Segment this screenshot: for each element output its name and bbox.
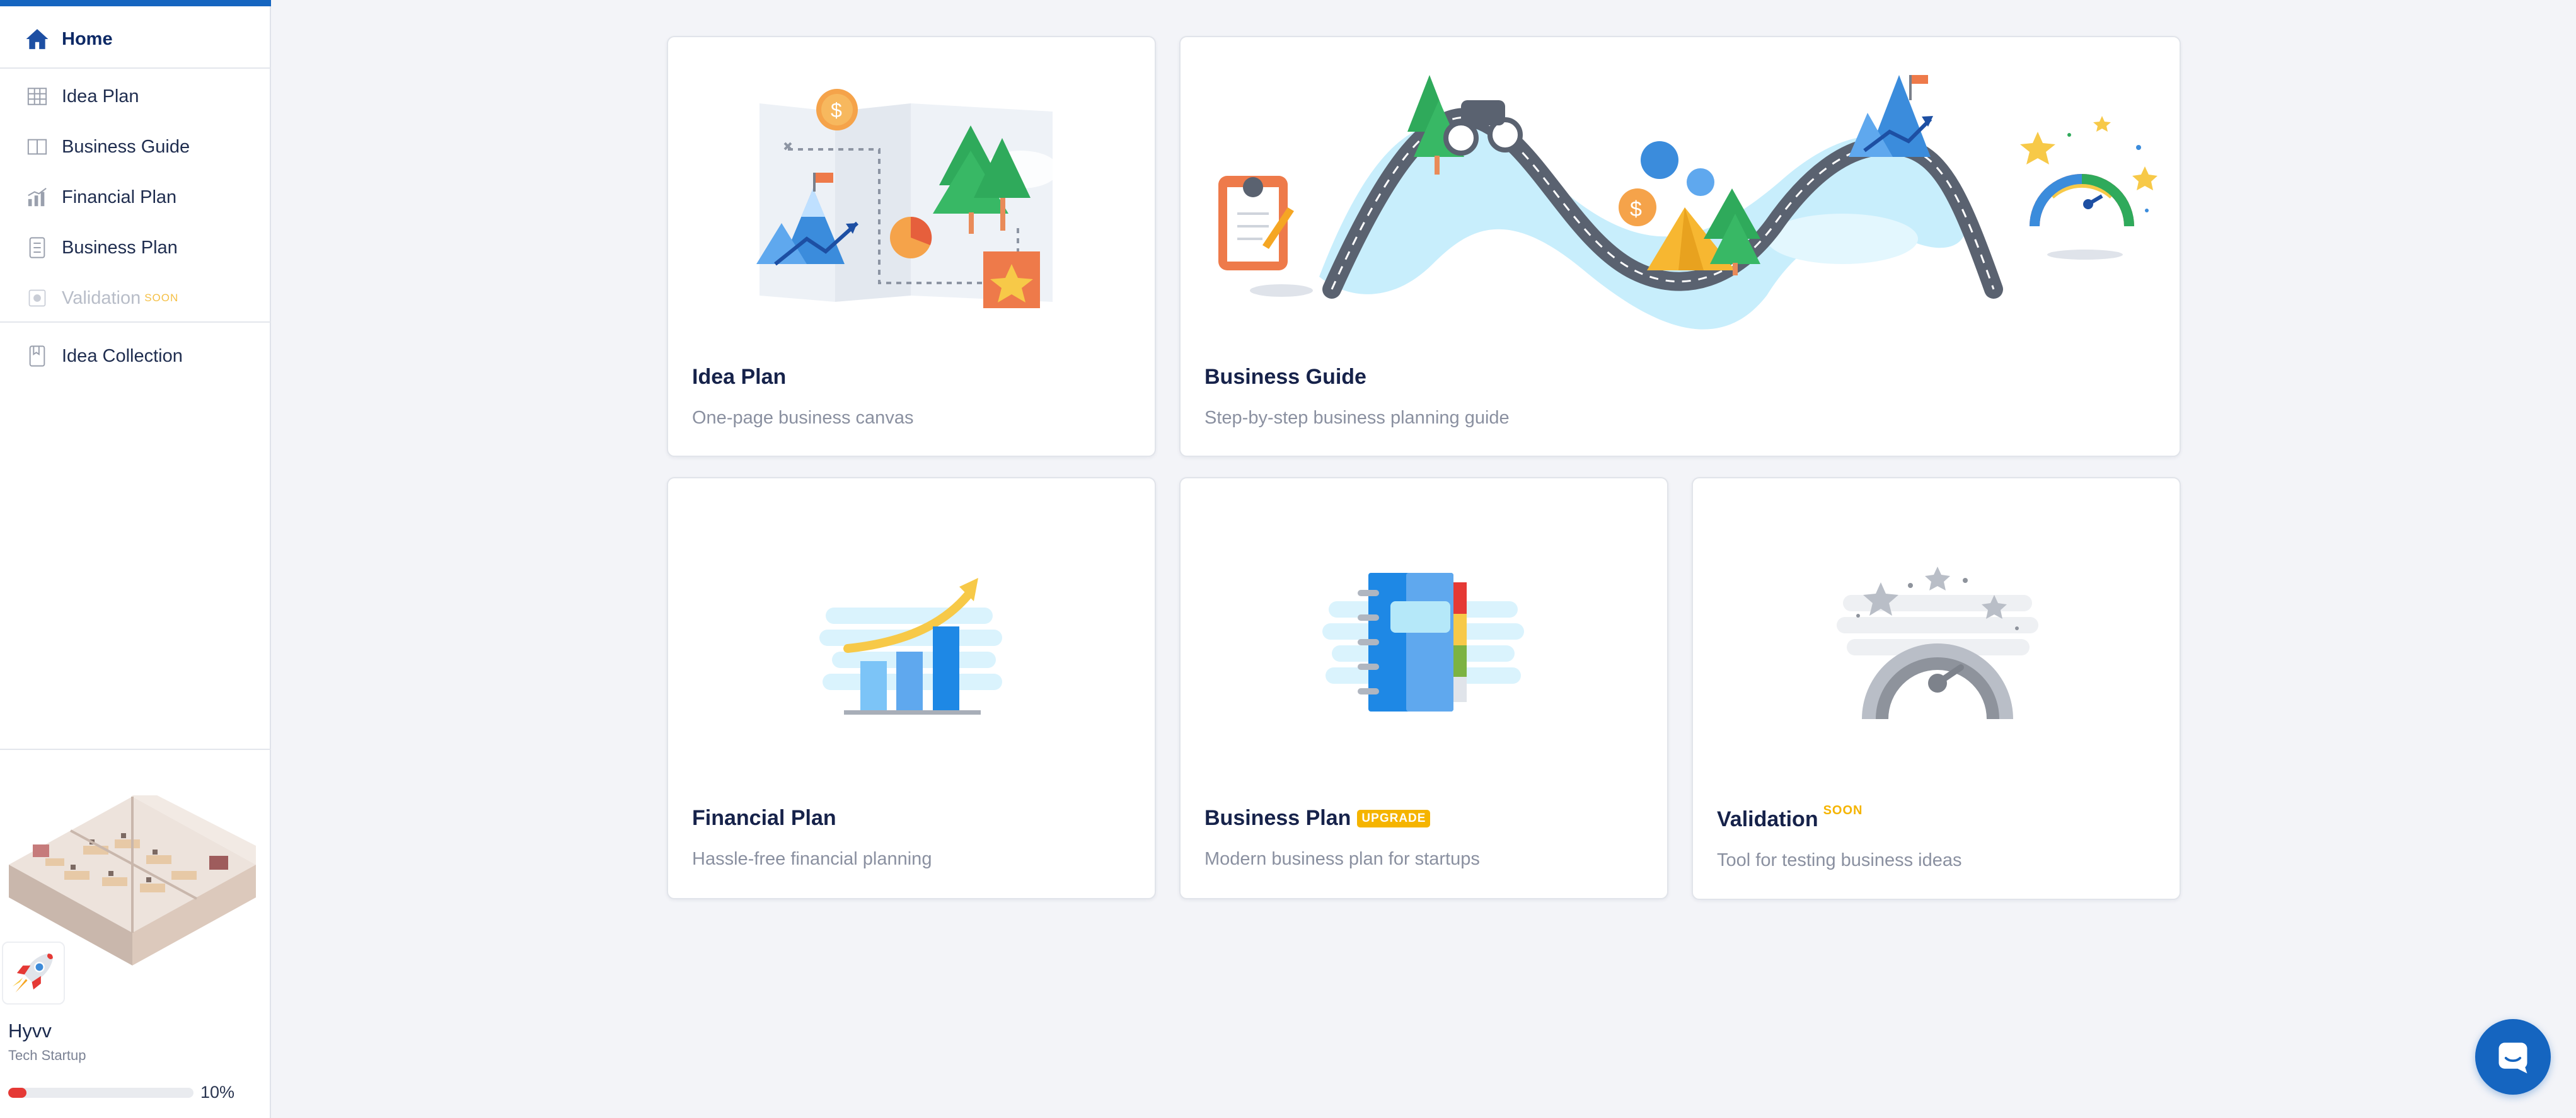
card-business-guide[interactable]: $ Business Guide Step-by-step business p… <box>1179 36 2181 457</box>
svg-text:$: $ <box>831 99 842 122</box>
project-panel: Hyvv Tech Startup 10% <box>0 749 271 1118</box>
home-icon <box>25 27 49 51</box>
card-title-text: Business Plan <box>1204 806 1351 830</box>
sidebar-item-label: Business Guide <box>62 136 190 157</box>
validation-icon <box>25 286 49 310</box>
project-name: Hyvv <box>8 1020 52 1042</box>
soon-badge: SOON <box>1823 804 1863 817</box>
card-title: Business Plan UPGRADE <box>1204 806 1431 831</box>
document-icon <box>25 236 49 260</box>
card-title: Idea Plan <box>692 365 787 389</box>
card-financial-plan[interactable]: Financial Plan Hassle-free financial pla… <box>667 477 1156 899</box>
progress-bar <box>8 1088 193 1098</box>
idea-plan-illustration: $ <box>756 89 1059 308</box>
sidebar-item-validation: Validation SOON <box>0 276 271 320</box>
sidebar-divider <box>0 321 271 323</box>
card-description: One-page business canvas <box>692 408 914 428</box>
business-guide-illustration: $ <box>1218 75 2157 330</box>
card-validation[interactable]: Validation SOON Tool for testing busines… <box>1692 477 2181 900</box>
sidebar-item-home[interactable]: Home <box>0 17 271 61</box>
sidebar-item-business-guide[interactable]: Business Guide <box>0 125 271 169</box>
bar-chart-icon <box>25 185 49 209</box>
gauge-illustration <box>1837 567 2038 719</box>
sidebar-item-business-plan[interactable]: Business Plan <box>0 226 271 270</box>
soon-badge: SOON <box>144 292 179 304</box>
sidebar-item-idea-collection[interactable]: Idea Collection <box>0 334 271 378</box>
sidebar: Home Idea Plan Business Guide Financial … <box>0 0 271 1118</box>
bar-chart-illustration <box>819 578 1002 715</box>
project-avatar[interactable] <box>2 942 65 1005</box>
card-description: Modern business plan for startups <box>1204 849 1480 869</box>
upgrade-badge: UPGRADE <box>1357 809 1431 827</box>
card-title: Business Guide <box>1204 365 1366 389</box>
sidebar-divider <box>0 67 271 69</box>
card-business-plan[interactable]: Business Plan UPGRADE Modern business pl… <box>1179 477 1668 899</box>
sidebar-top-accent <box>0 0 271 6</box>
chat-button[interactable] <box>2475 1019 2551 1095</box>
card-description: Tool for testing business ideas <box>1717 850 1962 870</box>
sidebar-item-label: Idea Plan <box>62 86 139 107</box>
project-type: Tech Startup <box>8 1047 86 1063</box>
progress-percent: 10% <box>200 1083 235 1102</box>
grid-icon <box>25 84 49 108</box>
card-description: Hassle-free financial planning <box>692 849 932 869</box>
progress-fill <box>8 1088 27 1098</box>
card-title-text: Validation <box>1717 807 1818 831</box>
sidebar-item-label: Validation <box>62 287 141 308</box>
sidebar-item-label: Business Plan <box>62 237 178 258</box>
rocket-icon <box>12 954 53 993</box>
sidebar-item-label: Idea Collection <box>62 345 183 366</box>
sidebar-item-idea-plan[interactable]: Idea Plan <box>0 74 271 118</box>
sidebar-item-label: Financial Plan <box>62 187 177 207</box>
card-title: Validation SOON <box>1717 804 1863 832</box>
chat-icon <box>2498 1042 2527 1074</box>
sidebar-item-label: Home <box>62 28 113 49</box>
bookmark-icon <box>25 344 49 368</box>
sidebar-item-financial-plan[interactable]: Financial Plan <box>0 175 271 219</box>
card-title: Financial Plan <box>692 806 836 830</box>
card-description: Step-by-step business planning guide <box>1204 408 1510 428</box>
svg-text:$: $ <box>1630 197 1642 221</box>
notebook-illustration <box>1322 573 1524 712</box>
book-icon <box>25 135 49 159</box>
card-idea-plan[interactable]: $ Idea Plan One-page business canvas <box>667 36 1156 457</box>
